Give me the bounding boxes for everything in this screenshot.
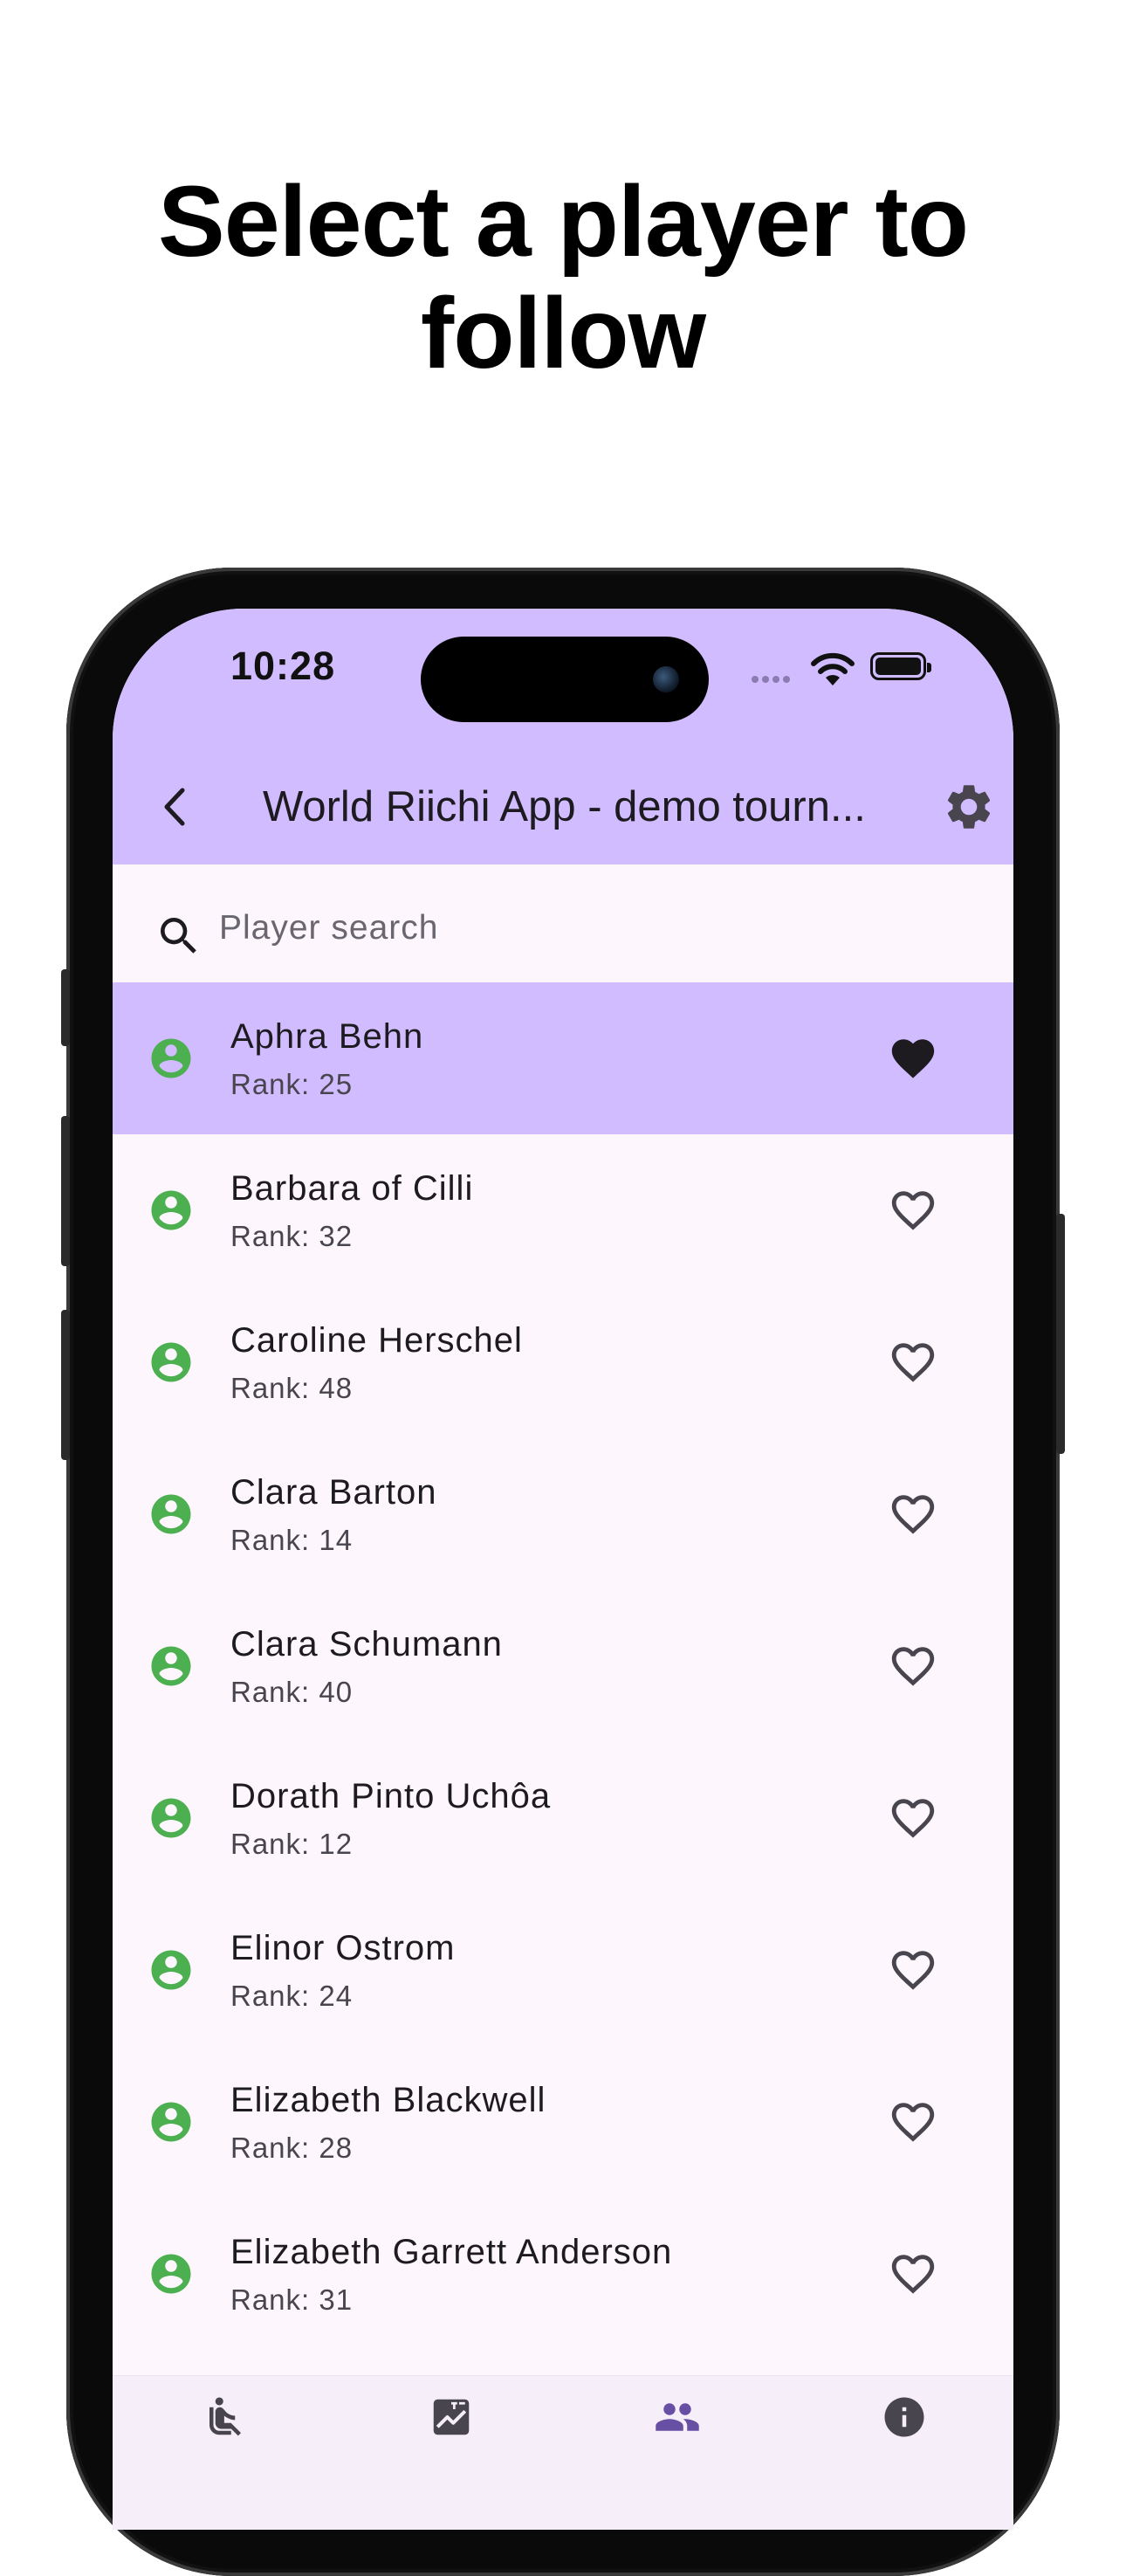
person-avatar-icon: [151, 2102, 191, 2142]
player-row[interactable]: Elizabeth Garrett Anderson Rank: 31: [113, 2198, 1013, 2350]
person-avatar-icon: [151, 1494, 191, 1534]
ranking-chart-icon[interactable]: [428, 2393, 475, 2441]
player-rank: Rank: 14: [230, 1524, 354, 1556]
player-row[interactable]: Clara Schumann Rank: 40: [113, 1590, 1013, 1742]
player-name: Aphra Behn: [230, 1017, 424, 1056]
player-row[interactable]: Elizabeth Blackwell Rank: 28: [113, 2046, 1013, 2198]
heart-outline-icon[interactable]: [888, 1489, 938, 1539]
player-rank: Rank: 48: [230, 1372, 354, 1404]
camera-icon: [653, 666, 679, 692]
player-rank: Rank: 40: [230, 1676, 354, 1708]
settings-button[interactable]: [942, 780, 996, 834]
heart-outline-icon[interactable]: [888, 1793, 938, 1843]
volume-up-button: [61, 1116, 70, 1266]
signal-dots-icon: [752, 672, 793, 687]
player-list: Aphra Behn Rank: 25 Barbara of Cilli Ran…: [113, 982, 1013, 2350]
heart-outline-icon[interactable]: [888, 2249, 938, 2299]
player-name: Elinor Ostrom: [230, 1929, 456, 1967]
volume-down-button: [61, 1310, 70, 1460]
player-name: Clara Barton: [230, 1473, 437, 1512]
player-rank: Rank: 32: [230, 1220, 354, 1252]
heart-outline-icon[interactable]: [888, 1641, 938, 1691]
person-avatar-icon: [151, 1190, 191, 1230]
heart-outline-icon[interactable]: [888, 1337, 938, 1388]
search-icon: [161, 918, 196, 954]
app-bar: World Riichi App - demo tourn...: [113, 748, 1013, 864]
person-avatar-icon: [151, 1646, 191, 1686]
players-icon[interactable]: [654, 2393, 701, 2441]
bottom-navigation: [113, 2375, 1013, 2530]
player-name: Elizabeth Garrett Anderson: [230, 2233, 673, 2271]
headline: Select a player to follow: [0, 166, 1126, 389]
player-row[interactable]: Aphra Behn Rank: 25: [113, 982, 1013, 1134]
dynamic-island: [421, 637, 709, 722]
player-rank: Rank: 12: [230, 1828, 354, 1860]
player-rank: Rank: 24: [230, 1980, 354, 2012]
seat-icon[interactable]: [202, 2393, 249, 2441]
player-row[interactable]: Clara Barton Rank: 14: [113, 1438, 1013, 1590]
battery-icon: [870, 652, 931, 680]
power-button: [1056, 1214, 1065, 1454]
heart-outline-icon[interactable]: [888, 1945, 938, 1995]
player-name: Clara Schumann: [230, 1625, 503, 1663]
player-rank: Rank: 25: [230, 1068, 354, 1100]
person-avatar-icon: [151, 1950, 191, 1990]
heart-outline-icon[interactable]: [888, 1185, 938, 1236]
player-name: Caroline Herschel: [230, 1321, 523, 1360]
person-avatar-icon: [151, 2254, 191, 2294]
search-input[interactable]: [217, 901, 937, 955]
player-row[interactable]: Barbara of Cilli Rank: 32: [113, 1134, 1013, 1286]
player-row[interactable]: Elinor Ostrom Rank: 24: [113, 1894, 1013, 2046]
player-row[interactable]: Caroline Herschel Rank: 48: [113, 1286, 1013, 1438]
heart-outline-icon[interactable]: [888, 2097, 938, 2147]
action-button: [61, 969, 70, 1046]
person-avatar-icon: [151, 1038, 191, 1078]
headline-line-2: follow: [420, 278, 706, 389]
player-rank: Rank: 28: [230, 2132, 354, 2164]
back-button[interactable]: [148, 778, 205, 836]
player-row[interactable]: Dorath Pinto Uchôa Rank: 12: [113, 1742, 1013, 1894]
player-name: Elizabeth Blackwell: [230, 2081, 546, 2119]
info-icon[interactable]: [881, 2393, 928, 2441]
player-search[interactable]: [128, 864, 998, 987]
player-name: Dorath Pinto Uchôa: [230, 1777, 552, 1815]
status-time: 10:28: [230, 644, 336, 688]
phone-screen: 10:28 World Riichi App - demo tourn... P…: [113, 609, 1013, 2530]
heart-filled-icon[interactable]: [888, 1033, 938, 1084]
person-avatar-icon: [151, 1342, 191, 1382]
status-bar: 10:28: [113, 609, 1013, 748]
wifi-icon: [811, 652, 855, 685]
player-name: Barbara of Cilli: [230, 1169, 474, 1208]
page-title: World Riichi App - demo tourn...: [263, 783, 866, 830]
person-avatar-icon: [151, 1798, 191, 1838]
headline-line-1: Select a player to: [158, 166, 969, 278]
player-rank: Rank: 31: [230, 2283, 354, 2316]
